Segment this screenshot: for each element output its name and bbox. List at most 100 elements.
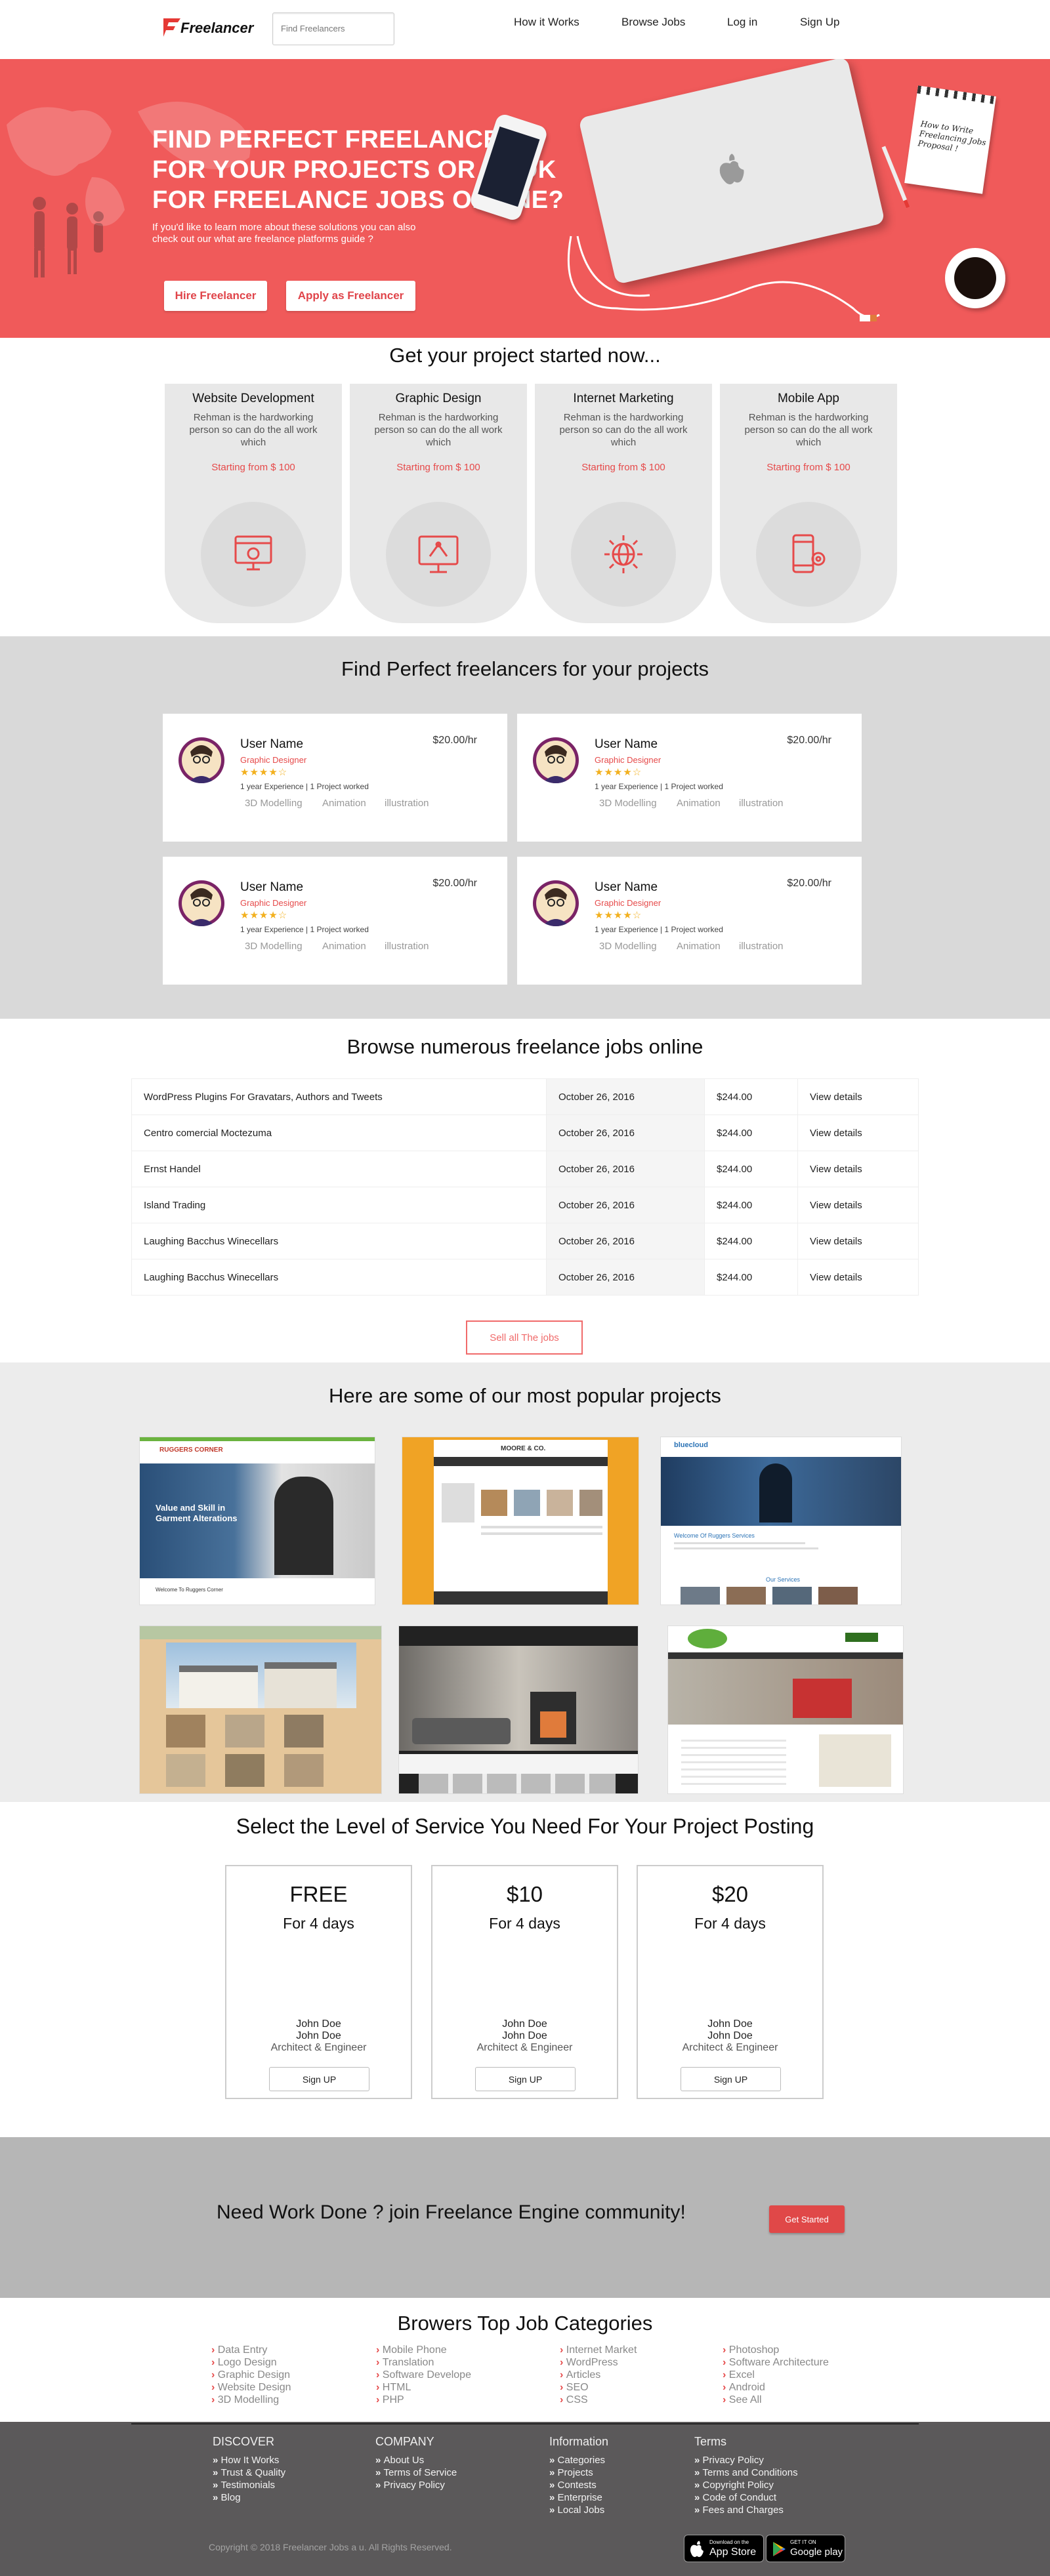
skill-tag[interactable]: illustration bbox=[739, 798, 784, 809]
service-card-marketing[interactable]: Internet Marketing Rehman is the hardwor… bbox=[535, 384, 712, 623]
nav-log-in[interactable]: Log in bbox=[727, 16, 757, 29]
category-link[interactable]: WordPress bbox=[560, 2356, 637, 2369]
nav-browse-jobs[interactable]: Browse Jobs bbox=[621, 16, 685, 29]
skill-tag[interactable]: Animation bbox=[677, 798, 721, 809]
freelancer-card[interactable]: User Name $20.00/hr Graphic Designer ★★★★☆ 1… bbox=[163, 714, 507, 842]
job-row[interactable]: Island Trading October 26, 2016 $244.00 Vie… bbox=[131, 1187, 919, 1223]
nav-sign-up[interactable]: Sign Up bbox=[800, 16, 839, 29]
footer-link[interactable]: Contests bbox=[549, 2479, 608, 2491]
project-thumb-4[interactable] bbox=[139, 1625, 382, 1794]
footer-link[interactable]: Copyright Policy bbox=[694, 2479, 798, 2491]
skill-tag[interactable]: 3D Modelling bbox=[245, 941, 303, 952]
service-card-mobile[interactable]: Mobile App Rehman is the hardworking per… bbox=[720, 384, 897, 623]
job-row[interactable]: Centro comercial Moctezuma October 26, 20… bbox=[131, 1114, 919, 1151]
skill-tag[interactable]: Animation bbox=[322, 941, 366, 952]
footer-link[interactable]: How It Works bbox=[213, 2454, 285, 2466]
logo[interactable]: Freelancer bbox=[161, 14, 266, 41]
footer-link[interactable]: Terms and Conditions bbox=[694, 2466, 798, 2479]
plan-signup-button[interactable]: Sign UP bbox=[269, 2067, 369, 2091]
service-card-web[interactable]: Website Development Rehman is the hardwo… bbox=[165, 384, 342, 623]
footer-link[interactable]: About Us bbox=[375, 2454, 457, 2466]
plan-price: FREE bbox=[289, 1882, 348, 1906]
search-input[interactable]: Find Freelancers bbox=[272, 12, 394, 45]
job-row[interactable]: Laughing Bacchus Winecellars October 26, … bbox=[131, 1259, 919, 1296]
footer-link[interactable]: Local Jobs bbox=[549, 2504, 608, 2516]
category-link[interactable]: Logo Design bbox=[211, 2356, 291, 2369]
category-link[interactable]: Excel bbox=[723, 2369, 829, 2381]
freelancer-card[interactable]: User Name $20.00/hr Graphic Designer ★★★★☆ 1… bbox=[163, 857, 507, 985]
category-link[interactable]: Articles bbox=[560, 2369, 637, 2381]
category-link[interactable]: PHP bbox=[376, 2394, 471, 2406]
footer-link[interactable]: Categories bbox=[549, 2454, 608, 2466]
category-link[interactable]: Software Develope bbox=[376, 2369, 471, 2381]
project-thumb-3[interactable]: bluecloud Welcome Of Ruggers Services Ou… bbox=[660, 1437, 902, 1605]
footer-link[interactable]: Privacy Policy bbox=[694, 2454, 798, 2466]
service-card-graphic[interactable]: Graphic Design Rehman is the hardworking… bbox=[350, 384, 527, 623]
skill-tag[interactable]: Animation bbox=[322, 798, 366, 809]
category-link[interactable]: Software Architecture bbox=[723, 2356, 829, 2369]
footer-link[interactable]: Testimonials bbox=[213, 2479, 285, 2491]
category-link[interactable]: Photoshop bbox=[723, 2344, 829, 2356]
view-details-link[interactable]: View details bbox=[797, 1259, 919, 1296]
footer-link[interactable]: Privacy Policy bbox=[375, 2479, 457, 2491]
category-link[interactable]: Translation bbox=[376, 2356, 471, 2369]
view-details-link[interactable]: View details bbox=[797, 1114, 919, 1151]
freelancer-experience: 1 year Experience | 1 Project worked bbox=[595, 782, 723, 791]
cta-text: Need Work Done ? join Freelance Engine c… bbox=[217, 2201, 686, 2223]
skill-tag[interactable]: illustration bbox=[385, 798, 429, 809]
apply-freelancer-button[interactable]: Apply as Freelancer bbox=[286, 281, 415, 311]
footer-link[interactable]: Trust & Quality bbox=[213, 2466, 286, 2479]
nav-how-it-works[interactable]: How it Works bbox=[514, 16, 579, 29]
category-link[interactable]: Mobile Phone bbox=[376, 2344, 471, 2356]
get-started-button[interactable]: Get Started bbox=[769, 2205, 845, 2233]
skill-tag[interactable]: Animation bbox=[677, 941, 721, 952]
category-link[interactable]: See All bbox=[723, 2394, 829, 2406]
category-link[interactable]: Graphic Design bbox=[211, 2369, 291, 2381]
category-link[interactable]: Internet Market bbox=[560, 2344, 637, 2356]
skill-tag[interactable]: 3D Modelling bbox=[599, 941, 657, 952]
job-row[interactable]: Ernst Handel October 26, 2016 $244.00 View … bbox=[131, 1151, 919, 1187]
job-price: $244.00 bbox=[704, 1259, 798, 1296]
project-thumb-2[interactable]: MOORE & CO. bbox=[402, 1437, 639, 1605]
category-link[interactable]: Data Entry bbox=[211, 2344, 291, 2356]
app-store-badge[interactable]: Download on the App Store bbox=[684, 2535, 764, 2562]
job-row[interactable]: Laughing Bacchus Winecellars October 26, … bbox=[131, 1223, 919, 1259]
plan-signup-button[interactable]: Sign UP bbox=[681, 2067, 781, 2091]
view-details-link[interactable]: View details bbox=[797, 1078, 919, 1115]
category-link[interactable]: SEO bbox=[560, 2381, 637, 2394]
category-link[interactable]: Website Design bbox=[211, 2381, 291, 2394]
skill-tag[interactable]: illustration bbox=[739, 941, 784, 952]
project-thumb-1[interactable]: RUGGERS CORNER Value and Skill in Garmen… bbox=[139, 1437, 375, 1605]
job-row[interactable]: WordPress Plugins For Gravatars, Authors… bbox=[131, 1078, 919, 1115]
view-details-link[interactable]: View details bbox=[797, 1187, 919, 1223]
footer-link[interactable]: Enterprise bbox=[549, 2491, 608, 2504]
skill-tag[interactable]: 3D Modelling bbox=[599, 798, 657, 809]
job-date: October 26, 2016 bbox=[546, 1187, 705, 1223]
plan-role: Architect & Engineer bbox=[476, 2042, 573, 2053]
google-play-label: Google play bbox=[790, 2546, 843, 2558]
category-link[interactable]: CSS bbox=[560, 2394, 637, 2406]
footer-link[interactable]: Terms of Service bbox=[375, 2466, 457, 2479]
footer-link[interactable]: Projects bbox=[549, 2466, 608, 2479]
freelancer-card[interactable]: User Name $20.00/hr Graphic Designer ★★★★☆ 1… bbox=[517, 857, 862, 985]
footer-link[interactable]: Fees and Charges bbox=[694, 2504, 798, 2516]
freelancer-card[interactable]: User Name $20.00/hr Graphic Designer ★★★★☆ 1… bbox=[517, 714, 862, 842]
project-thumb-5[interactable] bbox=[398, 1625, 639, 1794]
view-details-link[interactable]: View details bbox=[797, 1151, 919, 1187]
footer-link[interactable]: Code of Conduct bbox=[694, 2491, 798, 2504]
plan-signup-button[interactable]: Sign UP bbox=[475, 2067, 576, 2091]
skill-tag[interactable]: illustration bbox=[385, 941, 429, 952]
footer-link[interactable]: Blog bbox=[213, 2491, 285, 2504]
category-link[interactable]: 3D Modelling bbox=[211, 2394, 291, 2406]
job-price: $244.00 bbox=[704, 1223, 798, 1259]
hire-freelancer-button[interactable]: Hire Freelancer bbox=[164, 281, 267, 311]
skill-tag[interactable]: 3D Modelling bbox=[245, 798, 303, 809]
view-details-link[interactable]: View details bbox=[797, 1223, 919, 1259]
project-thumb-6[interactable] bbox=[667, 1625, 904, 1794]
google-play-icon bbox=[773, 2542, 786, 2556]
see-all-jobs-button[interactable]: Sell all The jobs bbox=[466, 1320, 583, 1355]
service-desc: Rehman is the hardworking person so can … bbox=[374, 412, 503, 448]
google-play-badge[interactable]: GET IT ON Google play bbox=[766, 2535, 845, 2562]
category-link[interactable]: HTML bbox=[376, 2381, 471, 2394]
category-link[interactable]: Android bbox=[723, 2381, 829, 2394]
